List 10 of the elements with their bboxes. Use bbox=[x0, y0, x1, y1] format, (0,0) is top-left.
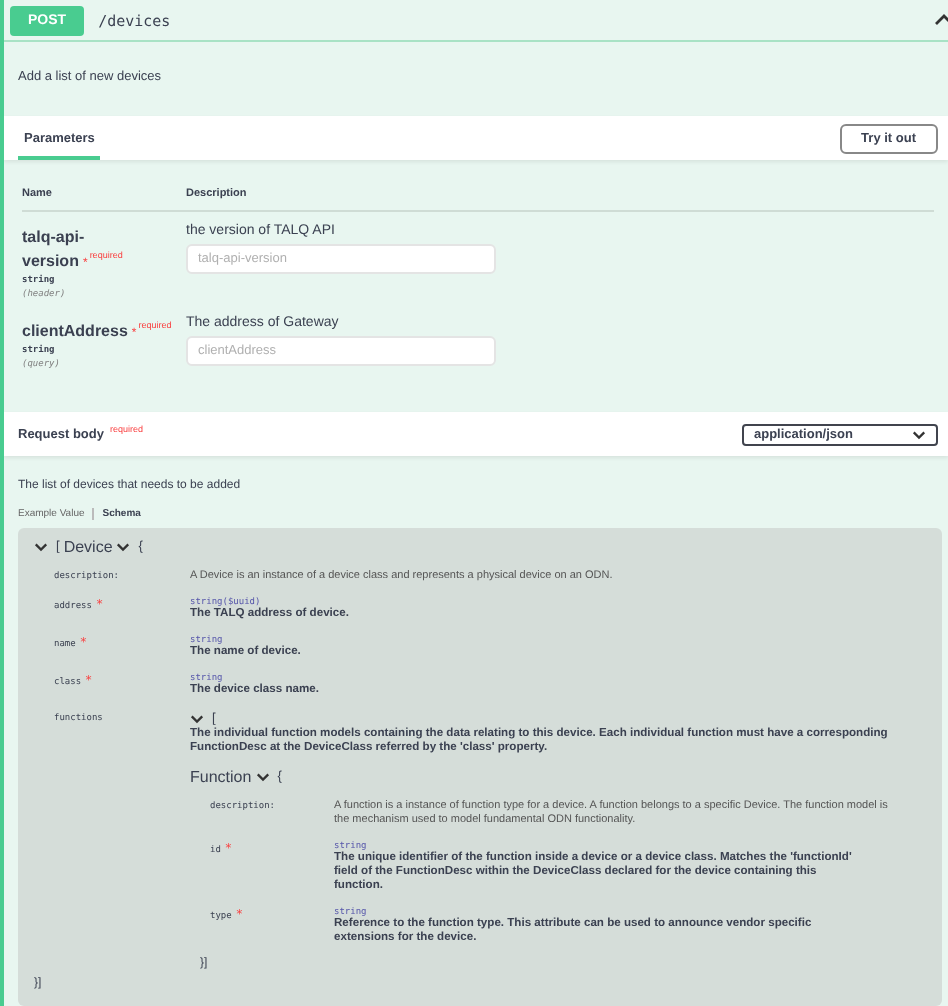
parameter-name: talq-api-version bbox=[22, 228, 85, 270]
chevron-icon[interactable] bbox=[255, 772, 270, 782]
chevron-icon bbox=[912, 429, 926, 439]
model-name[interactable]: Device bbox=[63, 538, 113, 556]
chevron-icon[interactable] bbox=[190, 714, 204, 724]
model-name[interactable]: Function bbox=[190, 768, 252, 786]
parameter-name: clientAddress bbox=[22, 322, 128, 340]
chevron-icon[interactable] bbox=[34, 542, 48, 552]
chevron-icon[interactable] bbox=[934, 14, 948, 26]
chevron-icon[interactable] bbox=[116, 542, 131, 552]
